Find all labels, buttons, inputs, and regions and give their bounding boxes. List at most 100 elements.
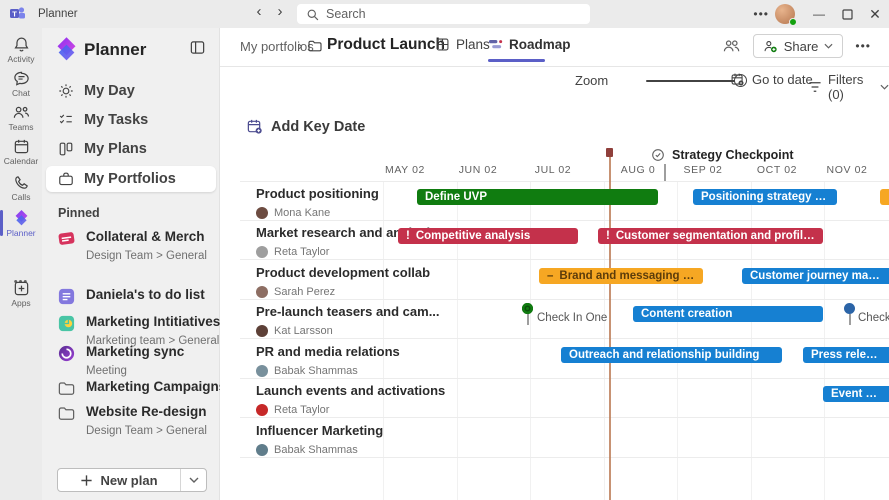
svg-text:T: T: [12, 9, 17, 18]
roadmap-main: My portfolios › Product Launch Plans Roa…: [220, 28, 889, 500]
folder-icon: [57, 404, 76, 423]
task-title[interactable]: Influencer Marketing: [256, 423, 383, 438]
titlebar-app-label: Planner: [38, 8, 78, 20]
gantt-bar-brand-messaging[interactable]: –Brand and messaging alignment: [539, 268, 703, 284]
apps-plus-icon: [0, 280, 42, 297]
filters-button[interactable]: Filters (0): [808, 72, 889, 102]
task-assignee: Babak Shammas: [256, 365, 358, 377]
collateral-plan-icon: [57, 229, 76, 248]
titlebar-more-button[interactable]: •••: [753, 7, 769, 21]
history-back-button[interactable]: ‹: [250, 3, 268, 20]
pinned-folder-marketing-campaigns[interactable]: Marketing Campaigns: [46, 378, 216, 398]
rail-item-chat[interactable]: Chat: [0, 70, 42, 98]
user-avatar[interactable]: [775, 4, 795, 24]
zoom-slider[interactable]: [646, 80, 741, 82]
task-title[interactable]: PR and media relations: [256, 344, 400, 359]
zoom-label: Zoom: [575, 73, 608, 88]
gantt-bar-competitive-analysis[interactable]: !Competitive analysis: [398, 228, 578, 244]
gantt-bar-customer-journey[interactable]: Customer journey mapping: [742, 268, 889, 284]
row-separator: [240, 220, 889, 221]
search-input[interactable]: [326, 7, 566, 21]
sidebar-item-my-tasks[interactable]: My Tasks: [46, 107, 216, 133]
gantt-bar-event-planning[interactable]: Event planning: [823, 386, 889, 402]
add-key-date-button[interactable]: Add Key Date: [246, 118, 365, 135]
panel-title: Planner: [84, 40, 146, 60]
briefcase-icon: [58, 171, 74, 187]
header-more-button[interactable]: •••: [855, 39, 871, 53]
rail-item-apps[interactable]: Apps: [0, 280, 42, 308]
bell-icon: [0, 36, 42, 53]
new-plan-button[interactable]: New plan: [57, 468, 207, 492]
task-assignee: Mona Kane: [256, 207, 330, 219]
avatar: [256, 207, 268, 219]
gantt-bar-partial[interactable]: [880, 189, 889, 205]
milestone-stem: [849, 314, 851, 325]
avatar: [256, 404, 268, 416]
breadcrumb-my-portfolios[interactable]: My portfolios: [240, 39, 314, 54]
row-separator: [240, 181, 889, 182]
folder-icon: [57, 379, 76, 398]
pinned-plan-collateral[interactable]: Collateral & MerchDesign Team > General: [46, 228, 216, 264]
task-title[interactable]: Product development collab: [256, 265, 430, 280]
row-separator: [240, 378, 889, 379]
share-button[interactable]: Share: [753, 34, 844, 58]
pinned-plan-danielas-list[interactable]: Daniela's to do list: [46, 286, 216, 306]
board-icon: [58, 141, 74, 157]
timeline-month-label: AUG 0: [621, 164, 656, 176]
sidebar-item-my-plans[interactable]: My Plans: [46, 136, 216, 162]
avatar: [256, 286, 268, 298]
phone-icon: [0, 174, 42, 191]
window-minimize-button[interactable]: —: [805, 0, 833, 28]
gantt-bar-define-uvp[interactable]: Define UVP: [417, 189, 658, 205]
window-titlebar: T Planner ‹ › ••• — ✕: [0, 0, 889, 28]
pinned-meeting-marketing-sync[interactable]: Marketing syncMeeting: [46, 343, 216, 379]
tab-roadmap[interactable]: Roadmap: [488, 37, 571, 52]
sidebar-item-my-portfolios[interactable]: My Portfolios: [46, 166, 216, 192]
milestone-pin-check-in[interactable]: [844, 303, 855, 314]
chat-icon: [0, 70, 42, 87]
collapse-panel-icon[interactable]: [189, 39, 206, 56]
go-to-date-button[interactable]: Go to date: [730, 72, 813, 87]
key-date-strategy-checkpoint[interactable]: Strategy Checkpoint: [651, 148, 794, 162]
timeline-month-label: JUN 02: [459, 164, 498, 176]
row-separator: [240, 457, 889, 458]
window-close-button[interactable]: ✕: [861, 0, 889, 28]
gantt-bar-content-creation[interactable]: Content creation: [633, 306, 823, 322]
history-forward-button[interactable]: ›: [271, 3, 289, 20]
members-icon[interactable]: [722, 38, 741, 55]
marketing-plan-icon: [57, 314, 76, 333]
milestone-pin-check-in-one[interactable]: [522, 303, 533, 314]
task-assignee: Kat Larsson: [256, 325, 333, 337]
sun-icon: [58, 83, 74, 99]
task-title[interactable]: Launch events and activations: [256, 383, 445, 398]
rail-item-calls[interactable]: Calls: [0, 174, 42, 202]
today-marker-cap: [606, 148, 613, 157]
gantt-bar-outreach[interactable]: Outreach and relationship building: [561, 347, 782, 363]
rail-item-calendar[interactable]: Calendar: [0, 138, 42, 166]
tab-plans[interactable]: Plans: [435, 37, 490, 52]
check-circle-icon: [651, 148, 665, 162]
row-separator: [240, 417, 889, 418]
task-assignee: Reta Taylor: [256, 404, 329, 416]
rail-item-teams[interactable]: Teams: [0, 104, 42, 132]
sidebar-item-my-day[interactable]: My Day: [46, 78, 216, 104]
teams-logo-icon: T: [9, 5, 26, 22]
pinned-section-header: Pinned: [58, 206, 100, 220]
gantt-bar-press-release[interactable]: Press release writing: [803, 347, 889, 363]
planner-app-window: T Planner ‹ › ••• — ✕ Activity Cha: [0, 0, 889, 500]
milestone-label: Check In One: [537, 312, 607, 324]
gantt-bar-customer-segmentation[interactable]: !Customer segmentation and profiling: [598, 228, 823, 244]
rail-item-activity[interactable]: Activity: [0, 36, 42, 64]
window-maximize-button[interactable]: [833, 0, 861, 28]
active-tab-indicator: [488, 59, 545, 62]
task-title[interactable]: Pre-launch teasers and cam...: [256, 304, 440, 319]
task-assignee: Sarah Perez: [256, 286, 335, 298]
task-title[interactable]: Product positioning: [256, 186, 379, 201]
avatar: [256, 246, 268, 258]
new-plan-dropdown-button[interactable]: [180, 469, 206, 491]
person-add-icon: [763, 39, 778, 54]
gantt-bar-positioning-strategy[interactable]: Positioning strategy and mess...: [693, 189, 837, 205]
rail-item-planner[interactable]: Planner: [0, 208, 42, 238]
search-box[interactable]: [297, 4, 590, 24]
pinned-folder-website-redesign[interactable]: Website Re-designDesign Team > General: [46, 403, 216, 439]
